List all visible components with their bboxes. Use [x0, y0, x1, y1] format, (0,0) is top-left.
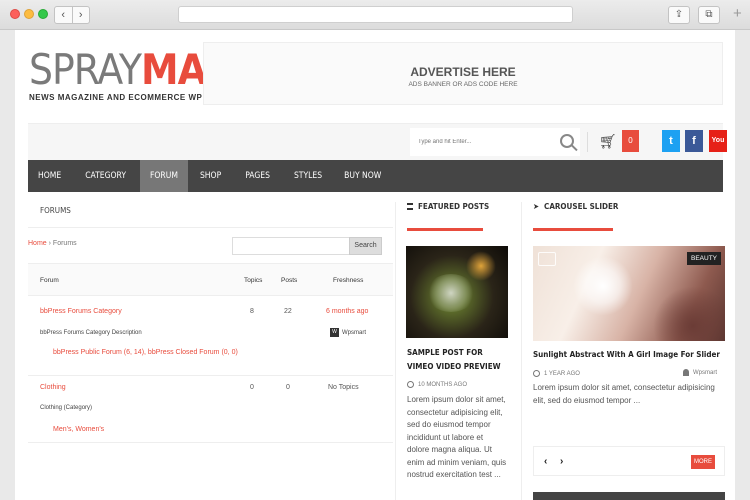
tabs-icon[interactable]: ⧉: [698, 6, 720, 24]
column-topics: Topics: [244, 277, 263, 284]
history-nav: ‹ ›: [54, 6, 90, 24]
send-arrow-icon: ➤: [533, 202, 540, 211]
post-count: 0: [286, 384, 290, 391]
maximize-window-button[interactable]: [38, 9, 48, 19]
forum-search-button[interactable]: Search: [349, 237, 382, 255]
featured-post-meta: 10 MONTHS AGO: [407, 381, 467, 388]
more-button[interactable]: MORE: [691, 455, 715, 469]
featured-post-title[interactable]: SAMPLE POST FOR VIMEO VIDEO PREVIEW: [407, 346, 507, 374]
minimize-window-button[interactable]: [24, 9, 34, 19]
forum-row: bbPress Forums Category bbPress Forums C…: [28, 296, 393, 376]
clock-icon: [407, 381, 414, 388]
nav-item-forum[interactable]: FORUM: [140, 160, 188, 192]
featured-list-icon: [407, 203, 413, 210]
featured-underline: [407, 228, 483, 231]
address-bar[interactable]: [178, 6, 573, 23]
carousel-slide-title[interactable]: Sunlight Abstract With A Girl Image For …: [533, 350, 720, 359]
last-author[interactable]: W Wpsmart: [330, 328, 366, 337]
share-icon[interactable]: ⇪: [668, 6, 690, 24]
back-arrow-icon[interactable]: ‹: [55, 7, 73, 23]
image-icon: [538, 252, 556, 266]
search-input[interactable]: [410, 128, 550, 156]
site-search: [410, 128, 580, 156]
user-icon: [683, 369, 689, 376]
facebook-icon[interactable]: f: [685, 130, 703, 152]
ad-title: ADVERTISE HERE: [410, 65, 516, 79]
column-freshness: Freshness: [333, 277, 364, 284]
forum-title-link[interactable]: Clothing: [40, 384, 66, 391]
close-window-button[interactable]: [10, 9, 20, 19]
forums-heading: FORUMS: [40, 206, 71, 215]
divider: [587, 132, 588, 152]
nav-item-pages[interactable]: PAGES: [233, 160, 282, 192]
carousel-slide-excerpt: Lorem ipsum dolor sit amet, consectetur …: [533, 383, 715, 405]
carousel-slide-time: 1 YEAR AGO: [533, 370, 580, 377]
featured-post-time: 10 MONTHS AGO: [418, 382, 468, 389]
freshness-link[interactable]: 6 months ago: [326, 308, 368, 315]
carousel-underline: [533, 228, 613, 231]
forward-arrow-icon[interactable]: ›: [73, 7, 90, 23]
breadcrumb: Home › Forums: [28, 240, 77, 247]
nav-item-buy-now[interactable]: BUY NOW: [334, 160, 391, 192]
category-badge[interactable]: BEAUTY: [687, 252, 722, 265]
clock-icon: [533, 370, 540, 377]
carousel-time-text: 1 YEAR AGO: [544, 371, 580, 378]
last-author-name[interactable]: Wpsmart: [342, 330, 366, 336]
main-navigation: HOME CATEGORY FORUM SHOP PAGES STYLES BU…: [28, 160, 723, 192]
carousel-heading-text: CAROUSEL SLIDER: [544, 202, 619, 211]
breadcrumb-current: Forums: [52, 240, 77, 247]
carousel-heading: ➤ CAROUSEL SLIDER: [533, 202, 618, 211]
search-row: 🛒︎ 0 t f You: [28, 123, 727, 160]
featured-post-image[interactable]: [406, 246, 508, 338]
column-divider: [395, 202, 396, 500]
nav-item-styles[interactable]: STYLES: [282, 160, 334, 192]
carousel-author-name[interactable]: Wpsmart: [693, 370, 717, 376]
breadcrumb-home-link[interactable]: Home: [28, 240, 47, 247]
carousel-next-icon[interactable]: ›: [560, 456, 563, 467]
web-page: SPRAYMAG NEWS MAGAZINE AND ECOMMERCE WP …: [15, 30, 735, 500]
next-widget-bar: [533, 492, 725, 500]
post-count: 22: [284, 308, 292, 315]
cart-count-badge[interactable]: 0: [622, 130, 639, 152]
forum-row: Clothing Clothing (Category) Men's, Wome…: [28, 376, 393, 443]
carousel-slide-author[interactable]: Wpsmart: [683, 369, 717, 376]
forum-table-header: Forum Topics Posts Freshness: [28, 263, 393, 296]
freshness-text: No Topics: [328, 384, 359, 391]
nav-item-shop[interactable]: SHOP: [188, 160, 233, 192]
forum-description: Clothing (Category): [40, 405, 93, 411]
subforums-links[interactable]: bbPress Public Forum (6, 14), bbPress Cl…: [53, 349, 238, 356]
column-posts: Posts: [281, 277, 298, 284]
topic-count: 0: [250, 384, 254, 391]
new-tab-icon[interactable]: +: [733, 6, 742, 22]
forums-header: FORUMS: [28, 192, 393, 228]
forum-search-input[interactable]: [232, 237, 350, 255]
featured-posts-heading: FEATURED POSTS: [407, 202, 489, 211]
column-forum: Forum: [40, 277, 59, 284]
forum-description: bbPress Forums Category Description: [40, 330, 142, 336]
column-divider: [521, 202, 522, 500]
author-avatar-icon: W: [330, 328, 339, 337]
topic-count: 8: [250, 308, 254, 315]
featured-heading-text: FEATURED POSTS: [418, 202, 490, 211]
cart-icon[interactable]: 🛒︎: [599, 133, 617, 150]
featured-post-excerpt: Lorem ipsum dolor sit amet, consectetur …: [407, 395, 507, 479]
ad-banner[interactable]: ADVERTISE HERE ADS BANNER OR ADS CODE HE…: [203, 42, 723, 105]
carousel-prev-icon[interactable]: ‹: [544, 456, 547, 467]
forum-title-link[interactable]: bbPress Forums Category: [40, 308, 122, 315]
subforums-links[interactable]: Men's, Women's: [53, 426, 104, 433]
youtube-icon[interactable]: You: [709, 130, 727, 152]
search-icon[interactable]: [560, 134, 574, 148]
browser-toolbar: ‹ › ⇪ ⧉ +: [0, 0, 750, 30]
ad-subtitle: ADS BANNER OR ADS CODE HERE: [408, 81, 518, 88]
nav-item-home[interactable]: HOME: [28, 160, 71, 192]
nav-item-category[interactable]: CATEGORY: [71, 160, 140, 192]
twitter-icon[interactable]: t: [662, 130, 680, 152]
logo-spray-text: SPRAY: [29, 45, 142, 94]
